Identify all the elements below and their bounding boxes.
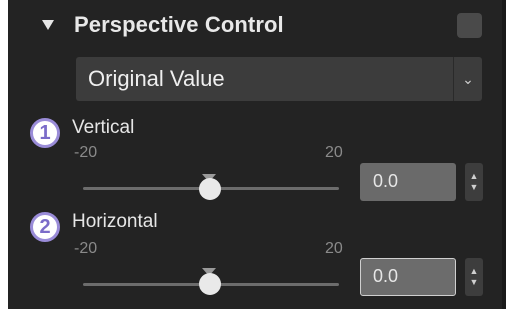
callout-badge-1: 1: [30, 118, 60, 148]
spin-down-icon[interactable]: ▼: [470, 277, 479, 288]
dropdown-selected-value: Original Value: [88, 66, 225, 91]
enable-checkbox[interactable]: [457, 13, 482, 38]
vertical-slider-thumb[interactable]: [199, 178, 221, 200]
horizontal-value-input[interactable]: 0.0: [360, 258, 456, 296]
preset-dropdown[interactable]: Original Value ⌄: [76, 57, 482, 101]
callout-badge-2: 2: [30, 212, 60, 242]
panel-edge: [502, 0, 506, 309]
horizontal-max-label: 20: [325, 240, 343, 257]
vertical-max-label: 20: [325, 144, 343, 161]
section-header[interactable]: Perspective Control: [8, 0, 502, 54]
spin-up-icon[interactable]: ▲: [470, 171, 479, 182]
perspective-control-panel: Perspective Control Original Value ⌄ Ver…: [8, 0, 502, 309]
horizontal-min-label: -20: [74, 240, 98, 257]
spin-up-icon[interactable]: ▲: [470, 266, 479, 277]
section-title: Perspective Control: [74, 12, 284, 37]
chevron-down-icon[interactable]: ⌄: [453, 57, 482, 101]
vertical-spinner[interactable]: ▲ ▼: [465, 163, 483, 201]
spin-down-icon[interactable]: ▼: [470, 182, 479, 193]
vertical-min-label: -20: [74, 144, 98, 161]
horizontal-label: Horizontal: [72, 211, 158, 232]
collapse-triangle-icon[interactable]: [42, 20, 54, 30]
vertical-value-input[interactable]: 0.0: [360, 163, 456, 201]
horizontal-slider-thumb[interactable]: [199, 273, 221, 295]
vertical-label: Vertical: [72, 117, 135, 138]
horizontal-spinner[interactable]: ▲ ▼: [465, 258, 483, 296]
